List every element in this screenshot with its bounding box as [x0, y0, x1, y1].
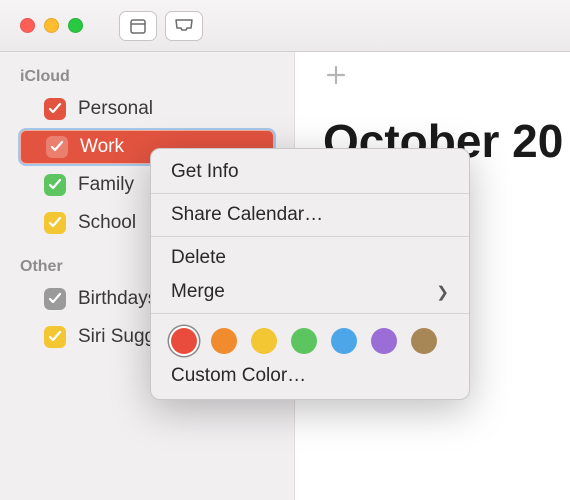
menu-item-delete[interactable]: Delete [151, 241, 469, 275]
menu-label: Get Info [171, 161, 239, 183]
context-menu: Get Info Share Calendar… Delete Merge ❯ … [150, 148, 470, 400]
calendar-label: Family [78, 174, 134, 196]
color-swatch-yellow[interactable] [251, 328, 277, 354]
inbox-icon [174, 18, 194, 34]
minimize-window-button[interactable] [44, 18, 59, 33]
toolbar-buttons [119, 11, 203, 41]
fullscreen-window-button[interactable] [68, 18, 83, 33]
add-event-button[interactable] [323, 62, 349, 88]
calendar-label: Birthdays [78, 288, 157, 310]
calendar-label: School [78, 212, 136, 234]
menu-item-custom-color[interactable]: Custom Color… [151, 359, 469, 393]
calendar-view-button[interactable] [119, 11, 157, 41]
menu-item-merge[interactable]: Merge ❯ [151, 275, 469, 309]
titlebar [0, 0, 570, 52]
menu-item-share-calendar[interactable]: Share Calendar… [151, 198, 469, 232]
calendar-icon [129, 17, 147, 35]
menu-separator [151, 193, 469, 194]
checkmark-icon [48, 216, 62, 230]
color-swatch-blue[interactable] [331, 328, 357, 354]
close-window-button[interactable] [20, 18, 35, 33]
checkmark-icon [48, 178, 62, 192]
menu-label: Custom Color… [171, 365, 306, 387]
menu-label: Merge [171, 281, 225, 303]
calendar-label: Personal [78, 98, 153, 120]
inbox-button[interactable] [165, 11, 203, 41]
color-swatch-red[interactable] [171, 328, 197, 354]
checkmark-icon [48, 102, 62, 116]
color-picker-row [151, 318, 469, 359]
chevron-right-icon: ❯ [436, 283, 449, 301]
menu-separator [151, 236, 469, 237]
color-swatch-green[interactable] [291, 328, 317, 354]
window-controls [20, 18, 83, 33]
calendar-label: Work [80, 136, 124, 158]
checkbox-birthdays[interactable] [44, 288, 66, 310]
checkbox-work[interactable] [46, 136, 68, 158]
menu-separator [151, 313, 469, 314]
checkbox-school[interactable] [44, 212, 66, 234]
plus-icon [325, 64, 347, 86]
checkbox-siri[interactable] [44, 326, 66, 348]
calendar-item-personal[interactable]: Personal [0, 90, 294, 128]
menu-label: Share Calendar… [171, 204, 323, 226]
section-header-icloud: iCloud [0, 62, 294, 90]
menu-item-get-info[interactable]: Get Info [151, 155, 469, 189]
checkmark-icon [48, 330, 62, 344]
color-swatch-purple[interactable] [371, 328, 397, 354]
checkbox-family[interactable] [44, 174, 66, 196]
checkbox-personal[interactable] [44, 98, 66, 120]
color-swatch-orange[interactable] [211, 328, 237, 354]
checkmark-icon [48, 292, 62, 306]
menu-label: Delete [171, 247, 226, 269]
checkmark-icon [50, 140, 64, 154]
color-swatch-brown[interactable] [411, 328, 437, 354]
